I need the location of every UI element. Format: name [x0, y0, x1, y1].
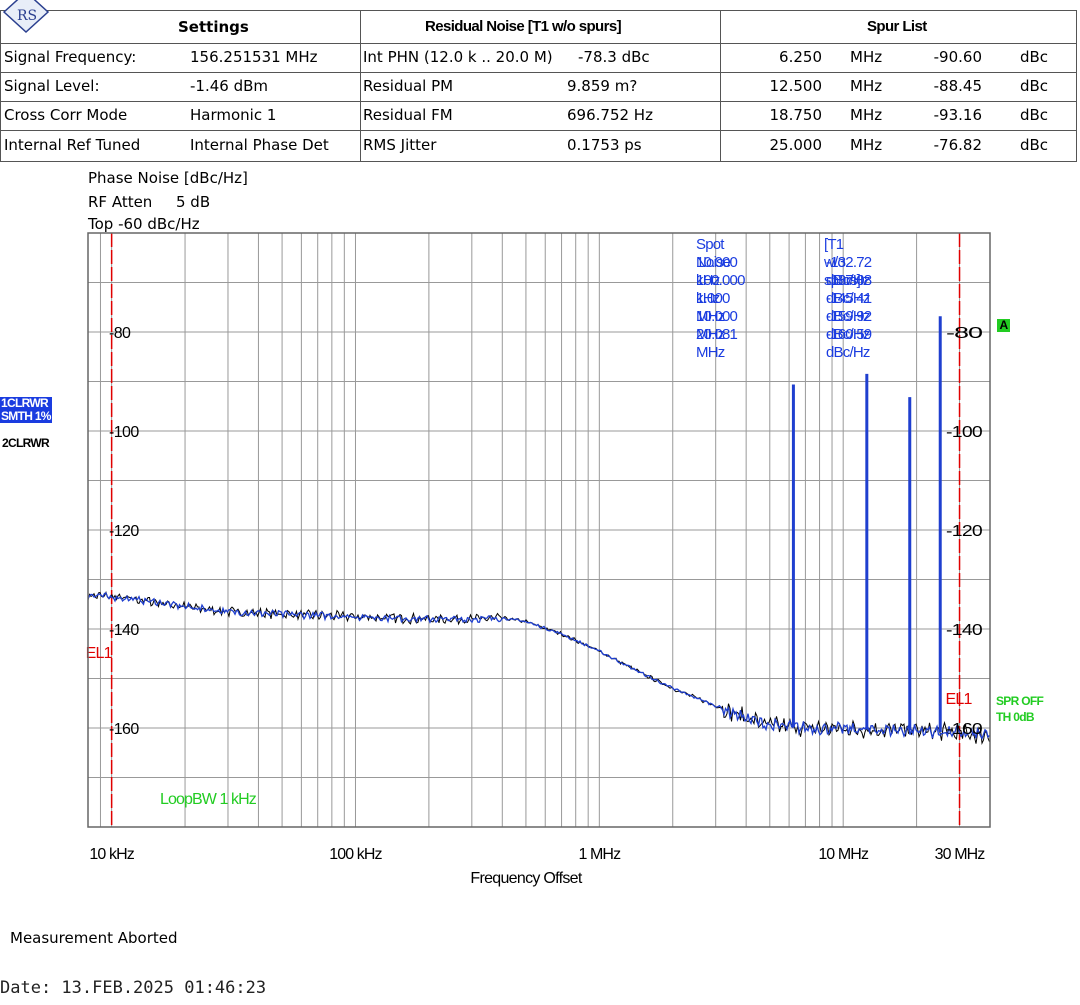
loop-bandwidth-label: LoopBW 1 kHz [160, 791, 257, 808]
traces [87, 590, 990, 746]
spot-noise-freq: 20.081 MHz [696, 326, 738, 361]
trace1-badge: 1CLRWR SMTH 1% [0, 397, 52, 423]
spot-noise-level: -160.59 dBc/Hz [826, 326, 872, 361]
limit-line-label: EL1 [946, 691, 973, 708]
trace-2 [87, 590, 990, 746]
x-axis-title: Frequency Offset [470, 870, 582, 887]
x-tick-label: 100 kHz [329, 846, 382, 863]
marker-a-badge: A [997, 319, 1010, 332]
limit-line-label: EL1 [86, 645, 113, 662]
y-tick-label-right: -100 [946, 424, 983, 441]
y-tick-label: -120 [109, 523, 139, 540]
y-tick-label-right: -140 [946, 622, 983, 639]
y-tick-label-right: -160 [946, 721, 983, 738]
threshold-status: TH 0dB [996, 710, 1035, 724]
phase-noise-chart: EL1 EL1 -80 -100 -120 -140 -160 -80 -100 -120 -140… [86, 232, 991, 887]
x-tick-label: 30 MHz [935, 846, 986, 863]
y-tick-label-right: -80 [946, 325, 983, 342]
x-tick-label: 10 kHz [89, 846, 134, 863]
y-tick-label-right: -120 [946, 523, 983, 540]
measurement-status: Measurement Aborted [10, 929, 178, 947]
spur-removal-status: SPR OFF [996, 694, 1044, 708]
spur-lines [791, 316, 942, 733]
y-tick-label: -160 [109, 721, 139, 738]
y-tick-label: -100 [109, 424, 139, 441]
x-tick-label: 10 MHz [818, 846, 869, 863]
y-tick-label: -140 [109, 622, 139, 639]
y-tick-label: -80 [109, 325, 131, 342]
x-tick-label: 1 MHz [578, 846, 621, 863]
trace-1 [87, 592, 990, 741]
date-stamp: Date: 13.FEB.2025 01:46:23 [0, 978, 267, 998]
trace1-smoothing: SMTH 1% [1, 409, 51, 423]
trace2-badge: 2CLRWR [2, 436, 50, 450]
